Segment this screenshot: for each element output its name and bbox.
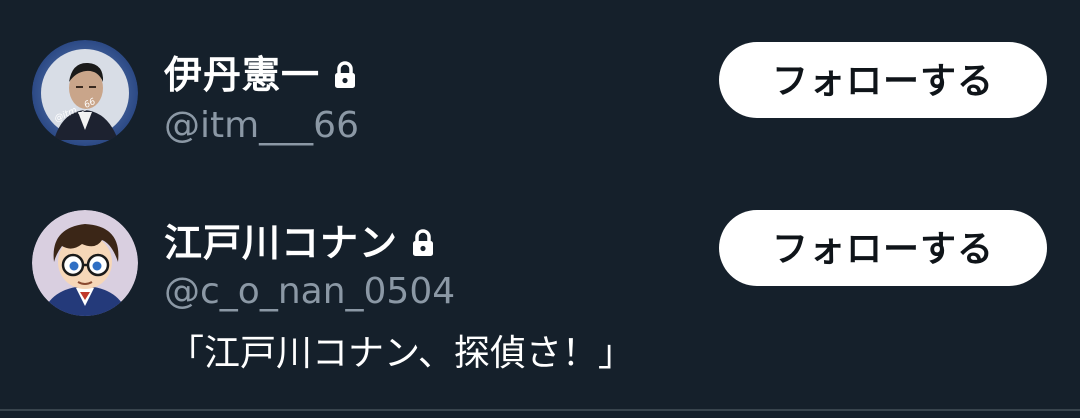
avatar[interactable]: @itm__66 <box>32 40 138 146</box>
follow-button[interactable]: フォローする <box>719 42 1047 118</box>
display-name-text: 江戸川コナン <box>164 221 399 265</box>
display-name[interactable]: 江戸川コナン <box>164 220 436 266</box>
user-cell-2[interactable]: 江戸川コナン @c_o_nan_0504 フォローする 「江戸川コナン、探偵さ！… <box>0 190 1080 410</box>
avatar[interactable] <box>32 210 138 316</box>
lock-icon <box>413 229 434 256</box>
display-name[interactable]: 伊丹憲一 <box>164 52 358 98</box>
avatar-photo-icon: @itm__66 <box>32 40 138 146</box>
user-handle: @c_o_nan_0504 <box>164 271 456 312</box>
display-name-text: 伊丹憲一 <box>164 53 321 97</box>
divider <box>0 409 1080 411</box>
follow-button[interactable]: フォローする <box>719 210 1047 286</box>
user-handle: @itm___66 <box>164 105 359 146</box>
user-cell-1[interactable]: @itm__66 伊丹憲一 @itm___66 フォローする <box>0 0 1080 190</box>
lock-icon <box>335 61 356 88</box>
avatar-anime-icon <box>32 210 138 316</box>
user-bio: 「江戸川コナン、探偵さ！」 <box>168 333 634 374</box>
